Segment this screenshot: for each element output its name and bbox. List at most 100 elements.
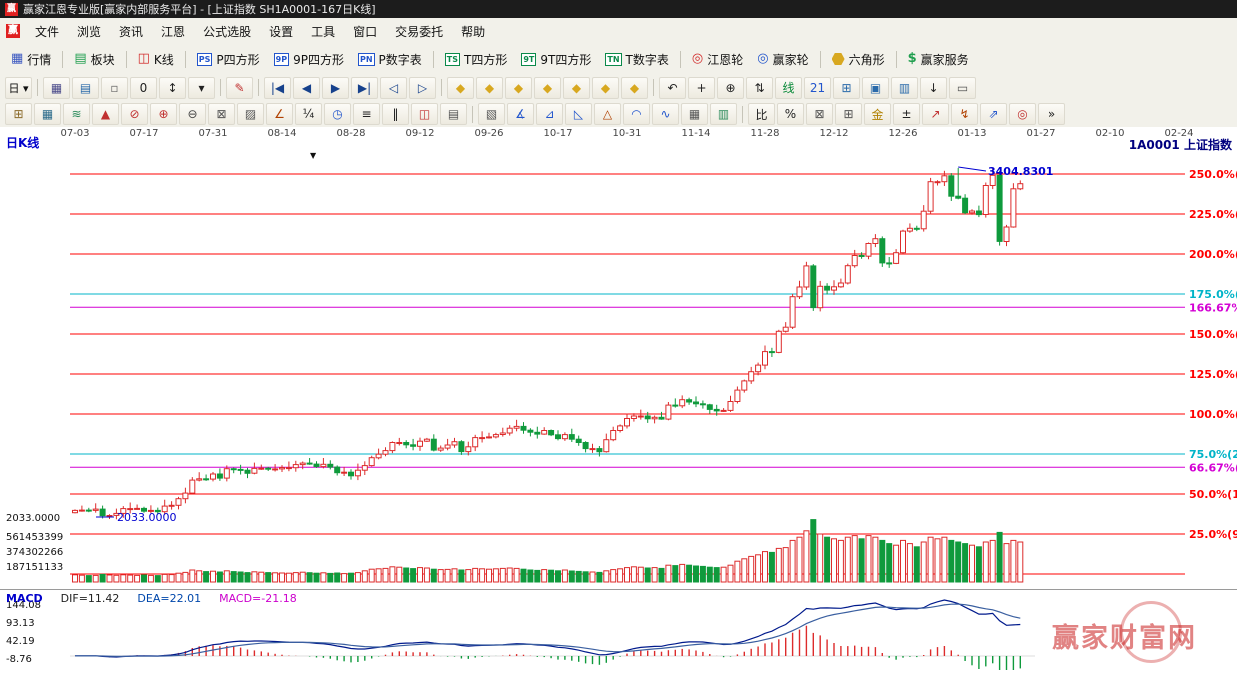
- report-icon[interactable]: ▥: [891, 77, 918, 99]
- arc-icon[interactable]: ◠: [623, 103, 650, 125]
- grid-window-icon[interactable]: ⊞: [833, 77, 860, 99]
- tool-p-square[interactable]: PSP四方形: [191, 48, 266, 71]
- line-segment-icon[interactable]: 线: [775, 77, 802, 99]
- tool-t-number-table[interactable]: TNT数字表: [599, 48, 675, 71]
- tool-kline[interactable]: ◫K线: [132, 48, 180, 71]
- gann-fan-icon[interactable]: ∡: [507, 103, 534, 125]
- gann-square-icon[interactable]: ⊞: [5, 103, 32, 125]
- price-grid-icon[interactable]: ▦: [34, 103, 61, 125]
- step-forward-icon[interactable]: ▷: [409, 77, 436, 99]
- menu-item-trade[interactable]: 交易委托: [386, 18, 452, 45]
- sine-wave-icon[interactable]: ∿: [652, 103, 679, 125]
- gann-diamond-icon-5[interactable]: ◆: [563, 77, 590, 99]
- step-back-icon[interactable]: ◁: [380, 77, 407, 99]
- candle-body: [652, 417, 657, 419]
- undo-icon[interactable]: ↶: [659, 77, 686, 99]
- trend-arrow-icon[interactable]: ↗: [922, 103, 949, 125]
- tool-winner-service[interactable]: $赢家服务: [902, 48, 975, 71]
- menu-item-tools[interactable]: 工具: [302, 18, 344, 45]
- crosshair-icon[interactable]: +: [688, 77, 715, 99]
- golden-ratio-icon[interactable]: 金: [864, 103, 891, 125]
- expand-menu-icon[interactable]: ▾: [188, 77, 215, 99]
- list-view-icon[interactable]: ▤: [72, 77, 99, 99]
- tool-t-square[interactable]: TST四方形: [439, 48, 514, 71]
- quarter-point-icon[interactable]: ¼: [295, 103, 322, 125]
- tool-gann-wheel[interactable]: ◎江恩轮: [686, 48, 749, 71]
- gann-diamond-icon-3[interactable]: ◆: [505, 77, 532, 99]
- last-page-icon[interactable]: ▶|: [351, 77, 378, 99]
- first-page-icon[interactable]: |◀: [264, 77, 291, 99]
- shaded-grid-icon[interactable]: ▨: [237, 103, 264, 125]
- menu-item-gann[interactable]: 江恩: [152, 18, 194, 45]
- hatch-lines-icon[interactable]: ‖: [382, 103, 409, 125]
- gann-diamond-icon-1[interactable]: ◆: [447, 77, 474, 99]
- volume-axis-label: 374302266: [6, 547, 63, 558]
- volume-bar: [625, 568, 630, 582]
- panel-icon[interactable]: ▧: [478, 103, 505, 125]
- cross-grid-icon[interactable]: ⊠: [208, 103, 235, 125]
- volume-bar: [487, 569, 492, 582]
- percent-icon[interactable]: %: [777, 103, 804, 125]
- tool-p-number-table[interactable]: PNP数字表: [352, 48, 428, 71]
- right-triangle-icon[interactable]: ⊿: [536, 103, 563, 125]
- candle-body: [769, 352, 774, 353]
- speed-arrow-icon[interactable]: ⇗: [980, 103, 1007, 125]
- measure-icon[interactable]: ⇅: [746, 77, 773, 99]
- date-label: 08-28: [336, 128, 365, 139]
- candle-mark-icon[interactable]: ◫: [411, 103, 438, 125]
- menu-item-news[interactable]: 资讯: [110, 18, 152, 45]
- triangle-icon[interactable]: △: [594, 103, 621, 125]
- box-plus-icon[interactable]: ⊞: [835, 103, 862, 125]
- histogram-icon[interactable]: ▥: [710, 103, 737, 125]
- volume-bar: [217, 572, 222, 582]
- paint-brush-icon[interactable]: ✎: [226, 77, 253, 99]
- gann-diamond-icon-6[interactable]: ◆: [592, 77, 619, 99]
- menu-item-browse[interactable]: 浏览: [68, 18, 110, 45]
- play-icon[interactable]: ▶: [322, 77, 349, 99]
- add-point-icon[interactable]: ⊕: [150, 103, 177, 125]
- more-tools-icon[interactable]: »: [1038, 103, 1065, 125]
- tool-winner-wheel[interactable]: ◎赢家轮: [751, 48, 814, 71]
- menu-item-help[interactable]: 帮助: [452, 18, 494, 45]
- tool-hexagon[interactable]: 六角形: [826, 48, 891, 71]
- remove-point-icon[interactable]: ⊖: [179, 103, 206, 125]
- tool-9p-square[interactable]: 9P9P四方形: [268, 48, 350, 71]
- dense-grid-icon[interactable]: ▦: [681, 103, 708, 125]
- edit-icon[interactable]: ▭: [949, 77, 976, 99]
- time-cycle-icon[interactable]: ◷: [324, 103, 351, 125]
- tile-view-icon[interactable]: ▫: [101, 77, 128, 99]
- tool-quote[interactable]: ▦行情: [5, 48, 57, 71]
- band-icon[interactable]: ▤: [440, 103, 467, 125]
- save-icon[interactable]: ↓: [920, 77, 947, 99]
- fit-vertical-icon[interactable]: ↕: [159, 77, 186, 99]
- grid-view-icon[interactable]: ▦: [43, 77, 70, 99]
- reset-zero-icon[interactable]: 0: [130, 77, 157, 99]
- menu-item-file[interactable]: 文件: [26, 18, 68, 45]
- gann-diamond-icon-4[interactable]: ◆: [534, 77, 561, 99]
- box-cross-icon[interactable]: ⊠: [806, 103, 833, 125]
- angle-line-icon[interactable]: ∠: [266, 103, 293, 125]
- period-day-selector[interactable]: 日 ▾: [5, 77, 32, 99]
- volume-bar: [673, 566, 678, 582]
- zoom-icon[interactable]: ⊕: [717, 77, 744, 99]
- tool-sector[interactable]: ▤板块: [68, 48, 120, 71]
- menu-item-formula-pick[interactable]: 公式选股: [194, 18, 260, 45]
- tool-9t-square[interactable]: 9T9T四方形: [515, 48, 597, 71]
- flag-marker-icon[interactable]: ▲: [92, 103, 119, 125]
- stat-21-icon[interactable]: 21: [804, 77, 831, 99]
- prev-page-icon[interactable]: ◀: [293, 77, 320, 99]
- wedge-icon[interactable]: ◺: [565, 103, 592, 125]
- menu-item-settings[interactable]: 设置: [260, 18, 302, 45]
- gann-diamond-icon-7[interactable]: ◆: [621, 77, 648, 99]
- ratio-icon[interactable]: 比: [748, 103, 775, 125]
- plusminus-icon[interactable]: ±: [893, 103, 920, 125]
- menu-item-window[interactable]: 窗口: [344, 18, 386, 45]
- wave-grid-icon[interactable]: ≋: [63, 103, 90, 125]
- macd-dea-line: [75, 604, 1020, 656]
- target-circle-icon[interactable]: ◎: [1009, 103, 1036, 125]
- multi-chart-icon[interactable]: ▣: [862, 77, 889, 99]
- gann-diamond-icon-2[interactable]: ◆: [476, 77, 503, 99]
- parallel-lines-icon[interactable]: ≡: [353, 103, 380, 125]
- no-tool-icon[interactable]: ⊘: [121, 103, 148, 125]
- lightning-icon[interactable]: ↯: [951, 103, 978, 125]
